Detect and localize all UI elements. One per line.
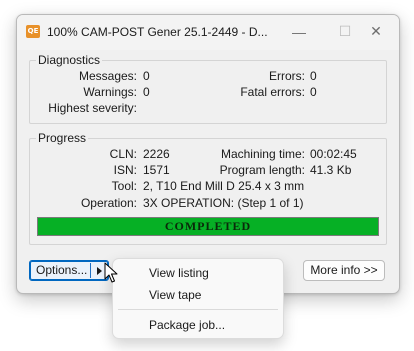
more-info-button[interactable]: More info >> xyxy=(303,260,385,281)
window-title: 100% CAM-POST Gener 25.1-2449 - D... xyxy=(47,25,268,39)
operation-value: 3X OPERATION: (Step 1 of 1) xyxy=(143,196,304,210)
menu-item-label: View listing xyxy=(149,266,209,280)
program-length-label: Program length: xyxy=(219,163,305,177)
diagnostics-group-label: Diagnostics xyxy=(36,53,103,67)
title-bar[interactable]: QE 100% CAM-POST Gener 25.1-2449 - D... … xyxy=(17,15,399,50)
progress-dialog: QE 100% CAM-POST Gener 25.1-2449 - D... … xyxy=(16,14,400,294)
app-icon: QE xyxy=(26,25,40,38)
minimize-button[interactable]: — xyxy=(276,15,322,48)
menu-item-package-job[interactable]: Package job... xyxy=(117,314,279,336)
fatal-errors-value: 0 xyxy=(310,85,317,99)
menu-item-label: Package job... xyxy=(149,318,226,332)
progress-group-label: Progress xyxy=(36,131,89,145)
operation-label: Operation: xyxy=(80,196,137,210)
highest-severity-label: Highest severity: xyxy=(48,101,137,115)
options-button-label: Options... xyxy=(36,263,88,277)
isn-label: ISN: xyxy=(113,163,137,177)
menu-item-view-listing[interactable]: View listing xyxy=(117,262,279,284)
progress-bar-text: COMPLETED xyxy=(164,219,252,233)
close-button[interactable]: ✕ xyxy=(353,15,399,48)
diagnostics-group: Diagnostics Messages: 0 Warnings: 0 High… xyxy=(29,53,387,124)
progress-bar: COMPLETED xyxy=(37,217,379,236)
warnings-value: 0 xyxy=(143,85,150,99)
split-divider xyxy=(90,263,91,278)
messages-value: 0 xyxy=(143,69,150,83)
mouse-pointer-icon xyxy=(104,262,118,283)
screen: QE 100% CAM-POST Gener 25.1-2449 - D... … xyxy=(0,0,414,351)
triangle-right-icon[interactable] xyxy=(97,267,102,275)
machining-time-value: 00:02:45 xyxy=(310,147,357,161)
options-split-button[interactable]: Options... xyxy=(29,260,109,281)
warnings-label: Warnings: xyxy=(83,85,137,99)
tool-value: 2, T10 End Mill D 25.4 x 3 mm xyxy=(143,179,305,193)
cln-label: CLN: xyxy=(109,147,137,161)
messages-label: Messages: xyxy=(78,69,137,83)
menu-item-view-tape[interactable]: View tape xyxy=(117,284,279,306)
errors-value: 0 xyxy=(310,69,317,83)
cln-value: 2226 xyxy=(143,147,170,161)
progress-group: Progress CLN: 2226 ISN: 1571 Tool: 2, T1… xyxy=(29,131,387,245)
fatal-errors-label: Fatal errors: xyxy=(240,85,305,99)
errors-label: Errors: xyxy=(269,69,305,83)
menu-separator xyxy=(118,309,278,310)
machining-time-label: Machining time: xyxy=(220,147,305,161)
program-length-value: 41.3 Kb xyxy=(310,163,352,177)
options-context-menu: View listing View tape Package job... xyxy=(112,258,284,339)
isn-value: 1571 xyxy=(143,163,170,177)
tool-label: Tool: xyxy=(111,179,137,193)
menu-item-label: View tape xyxy=(149,288,202,302)
